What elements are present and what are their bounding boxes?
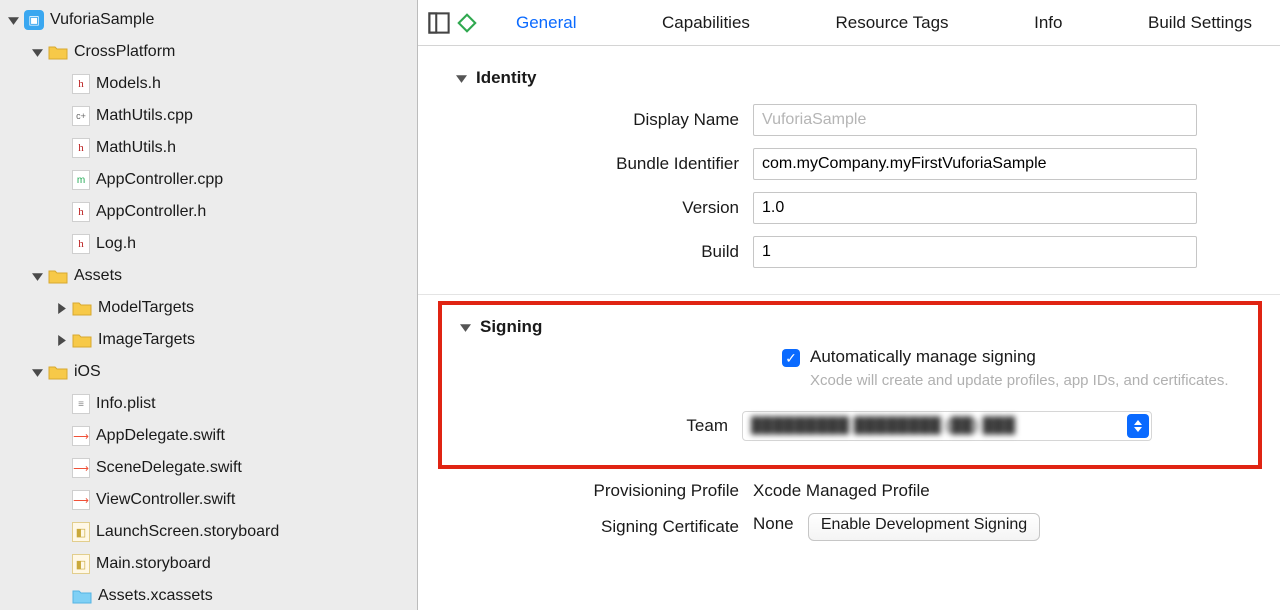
- tree-row[interactable]: ImageTargets: [0, 324, 417, 356]
- tab-resource-tags[interactable]: Resource Tags: [817, 13, 966, 33]
- version-input[interactable]: [753, 192, 1197, 224]
- tree-row[interactable]: ▣ VuforiaSample: [0, 4, 417, 36]
- tree-label: AppController.h: [96, 203, 206, 221]
- tree-row[interactable]: h AppController.h: [0, 196, 417, 228]
- section-signing-highlight: Signing ✓ Automatically manage signing X…: [438, 301, 1262, 469]
- folder-icon: [72, 330, 92, 350]
- section-identity: Identity Display Name Bundle Identifier …: [418, 46, 1280, 274]
- header-file-icon: h: [72, 234, 90, 254]
- target-tab-bar: General Capabilities Resource Tags Info Buil…: [418, 0, 1280, 46]
- tab-info[interactable]: Info: [1016, 13, 1080, 33]
- chevron-updown-icon: [1127, 414, 1149, 438]
- folder-icon: [48, 362, 68, 382]
- tree-label: iOS: [74, 363, 101, 381]
- tree-label: Assets.xcassets: [98, 587, 213, 605]
- tree-row[interactable]: h Models.h: [0, 68, 417, 100]
- tree-label: CrossPlatform: [74, 43, 175, 61]
- tree-label: ModelTargets: [98, 299, 194, 317]
- folder-icon: [48, 42, 68, 62]
- disclosure-down-icon[interactable]: [30, 365, 44, 379]
- tree-row[interactable]: Assets: [0, 260, 417, 292]
- target-indicator-icon[interactable]: [456, 12, 478, 34]
- storyboard-file-icon: ◧: [72, 522, 90, 542]
- disclosure-down-icon[interactable]: [30, 269, 44, 283]
- tree-row[interactable]: CrossPlatform: [0, 36, 417, 68]
- label-provisioning-profile: Provisioning Profile: [418, 481, 753, 501]
- disclosure-down-icon[interactable]: [458, 320, 472, 334]
- provisioning-profile-value: Xcode Managed Profile: [753, 481, 1280, 501]
- tab-build-settings[interactable]: Build Settings: [1130, 13, 1270, 33]
- editor-pane: General Capabilities Resource Tags Info Buil…: [418, 0, 1280, 610]
- tab-general[interactable]: General: [498, 13, 594, 33]
- swift-file-icon: ⟶: [72, 490, 90, 510]
- tab-capabilities[interactable]: Capabilities: [644, 13, 768, 33]
- disclosure-down-icon[interactable]: [6, 13, 20, 27]
- tree-label: Info.plist: [96, 395, 156, 413]
- tree-label: SceneDelegate.swift: [96, 459, 242, 477]
- tree-label: Models.h: [96, 75, 161, 93]
- tree-label: MathUtils.cpp: [96, 107, 193, 125]
- tree-label: AppController.cpp: [96, 171, 223, 189]
- label-display-name: Display Name: [418, 110, 753, 130]
- tree-row[interactable]: ≡ Info.plist: [0, 388, 417, 420]
- m-file-icon: m: [72, 170, 90, 190]
- section-title: Signing: [480, 317, 542, 337]
- tree-label: LaunchScreen.storyboard: [96, 523, 279, 541]
- tree-row[interactable]: Assets.xcassets: [0, 580, 417, 610]
- cpp-file-icon: c+: [72, 106, 90, 126]
- project-icon: ▣: [24, 10, 44, 30]
- folder-icon: [72, 298, 92, 318]
- disclosure-down-icon[interactable]: [30, 45, 44, 59]
- section-title: Identity: [476, 68, 536, 88]
- header-file-icon: h: [72, 74, 90, 94]
- storyboard-file-icon: ◧: [72, 554, 90, 574]
- label-bundle-id: Bundle Identifier: [418, 154, 753, 174]
- label-version: Version: [418, 198, 753, 218]
- tree-row[interactable]: c+ MathUtils.cpp: [0, 100, 417, 132]
- tree-row[interactable]: ⟶ ViewController.swift: [0, 484, 417, 516]
- tree-label: Main.storyboard: [96, 555, 211, 573]
- display-name-input[interactable]: [753, 104, 1197, 136]
- tree-row[interactable]: ◧ LaunchScreen.storyboard: [0, 516, 417, 548]
- tree-row[interactable]: h MathUtils.h: [0, 132, 417, 164]
- tree-label: MathUtils.h: [96, 139, 176, 157]
- label-build: Build: [418, 242, 753, 262]
- auto-manage-signing-checkbox[interactable]: ✓: [782, 349, 800, 367]
- tree-row[interactable]: m AppController.cpp: [0, 164, 417, 196]
- disclosure-down-icon[interactable]: [454, 71, 468, 85]
- tree-label: ImageTargets: [98, 331, 195, 349]
- label-signing-certificate: Signing Certificate: [418, 517, 753, 537]
- team-select[interactable]: █████████ ████████ (██) ███: [742, 411, 1152, 441]
- auto-manage-signing-hint: Xcode will create and update profiles, a…: [810, 371, 1229, 391]
- tree-row[interactable]: h Log.h: [0, 228, 417, 260]
- tree-row[interactable]: ◧ Main.storyboard: [0, 548, 417, 580]
- tree-row[interactable]: ModelTargets: [0, 292, 417, 324]
- project-navigator[interactable]: ▣ VuforiaSample CrossPlatform h Models.h c+ Ma…: [0, 0, 418, 610]
- tree-label: AppDelegate.swift: [96, 427, 225, 445]
- disclosure-right-icon[interactable]: [54, 333, 68, 347]
- enable-development-signing-button[interactable]: Enable Development Signing: [808, 513, 1040, 541]
- label-team: Team: [442, 416, 742, 436]
- build-input[interactable]: [753, 236, 1197, 268]
- header-file-icon: h: [72, 138, 90, 158]
- tree-label: Assets: [74, 267, 122, 285]
- tree-row[interactable]: ⟶ AppDelegate.swift: [0, 420, 417, 452]
- swift-file-icon: ⟶: [72, 458, 90, 478]
- bundle-id-input[interactable]: [753, 148, 1197, 180]
- tree-label: ViewController.swift: [96, 491, 235, 509]
- auto-manage-signing-label: Automatically manage signing: [810, 347, 1229, 367]
- disclosure-right-icon[interactable]: [54, 301, 68, 315]
- tree-label: Log.h: [96, 235, 136, 253]
- header-file-icon: h: [72, 202, 90, 222]
- plist-file-icon: ≡: [72, 394, 90, 414]
- tree-row[interactable]: ⟶ SceneDelegate.swift: [0, 452, 417, 484]
- swift-file-icon: ⟶: [72, 426, 90, 446]
- tree-label: VuforiaSample: [50, 11, 154, 29]
- panel-icon[interactable]: [428, 12, 450, 34]
- folder-icon: [72, 586, 92, 606]
- team-value-obscured: █████████ ████████ (██) ███: [751, 417, 1015, 434]
- folder-icon: [48, 266, 68, 286]
- tree-row[interactable]: iOS: [0, 356, 417, 388]
- signing-certificate-value: None: [753, 514, 794, 533]
